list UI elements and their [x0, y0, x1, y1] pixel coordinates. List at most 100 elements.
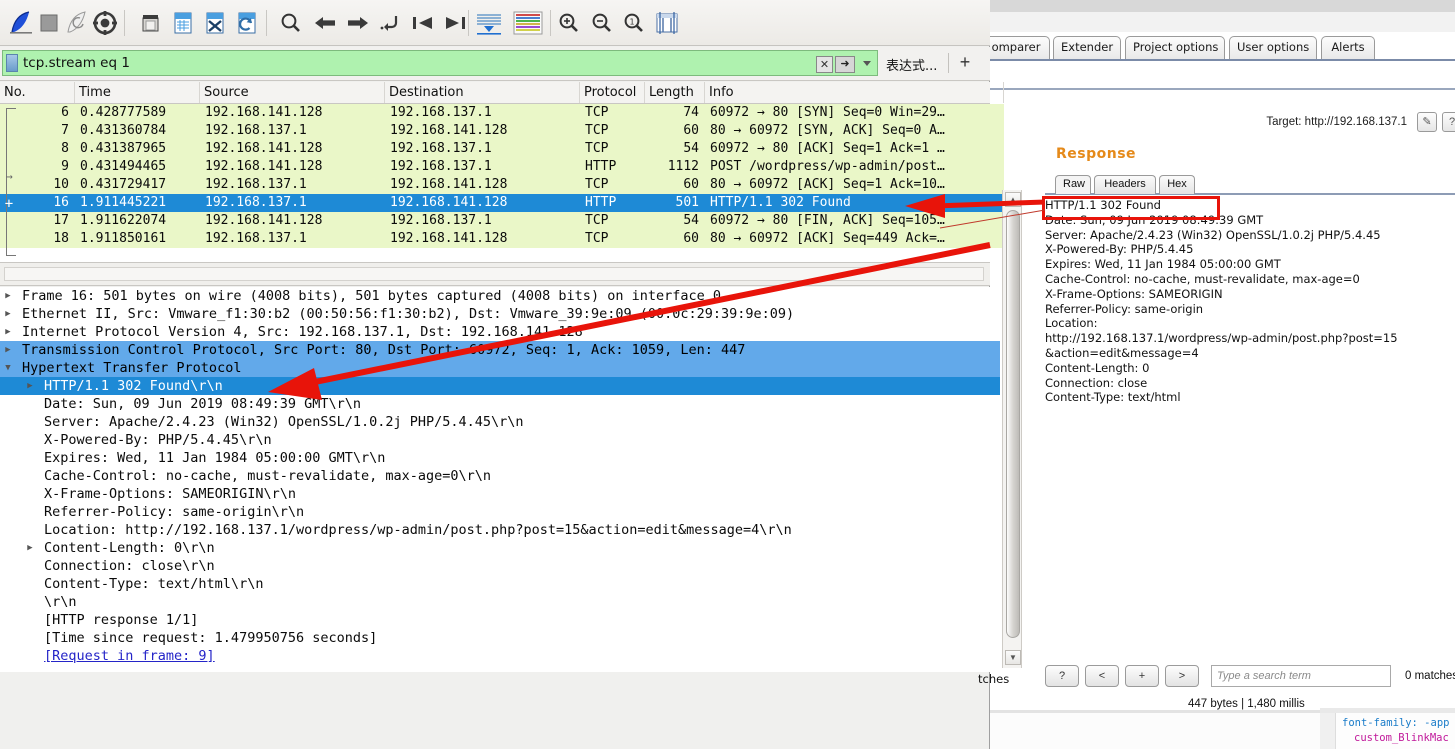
go-to-first-packet-icon[interactable]: [410, 10, 436, 36]
table-row[interactable]: 7 0.431360784 192.168.137.1 192.168.141.128…: [0, 122, 1004, 140]
detail-row[interactable]: Connection: close\r\n: [0, 557, 1000, 575]
detail-row[interactable]: X-Powered-By: PHP/5.4.45\r\n: [0, 431, 1000, 449]
table-row[interactable]: 9 0.431494465 192.168.141.128 192.168.137.1…: [0, 158, 1004, 176]
chevron-right-icon[interactable]: ▶: [2, 305, 14, 323]
detail-row[interactable]: [HTTP response 1/1]: [0, 611, 1000, 629]
burp-tab-extender[interactable]: Extender: [1053, 36, 1121, 59]
clear-filter-button[interactable]: ✕: [816, 56, 833, 73]
clipped-match-label: tches: [978, 672, 1010, 686]
detail-row[interactable]: ▶ HTTP/1.1 302 Found\r\n: [0, 377, 1000, 395]
burp-tab-user-options[interactable]: User options: [1229, 36, 1317, 59]
zoom-reset-icon[interactable]: 1: [621, 10, 647, 36]
detail-row[interactable]: Date: Sun, 09 Jun 2019 08:49:39 GMT\r\n: [0, 395, 1000, 413]
search-add-button[interactable]: +: [1125, 665, 1159, 687]
auto-scroll-icon[interactable]: [474, 10, 504, 36]
detail-row[interactable]: ▶ Ethernet II, Src: Vmware_f1:30:b2 (00:5…: [0, 305, 1000, 323]
detail-row[interactable]: Cache-Control: no-cache, must-revalidate…: [0, 467, 1000, 485]
detail-row-label[interactable]: [Request in frame: 9]: [44, 647, 215, 665]
search-next-button[interactable]: >: [1165, 665, 1199, 687]
column-header-info[interactable]: Info: [705, 82, 1004, 103]
open-file-icon[interactable]: [138, 10, 164, 36]
detail-row[interactable]: ▼ Hypertext Transfer Protocol: [0, 359, 1000, 377]
packet-details-tree[interactable]: ▶ Frame 16: 501 bytes on wire (4008 bits)…: [0, 287, 1000, 672]
detail-row[interactable]: X-Frame-Options: SAMEORIGIN\r\n: [0, 485, 1000, 503]
table-row[interactable]: 8 0.431387965 192.168.141.128 192.168.137.1…: [0, 140, 1004, 158]
edit-target-button[interactable]: ✎: [1417, 112, 1437, 132]
packet-details-scrollbar[interactable]: ▲ ▼: [1002, 190, 1022, 668]
start-capture-icon[interactable]: [8, 10, 34, 36]
search-help-button[interactable]: ?: [1045, 665, 1079, 687]
table-row[interactable]: 17 1.911622074 192.168.141.128 192.168.137.…: [0, 212, 1004, 230]
detail-row[interactable]: \r\n: [0, 593, 1000, 611]
go-to-packet-icon[interactable]: [378, 10, 404, 36]
table-row[interactable]: 18 1.911850161 192.168.137.1 192.168.141.12…: [0, 230, 1004, 248]
table-row[interactable]: 10 0.431729417 192.168.137.1 192.168.141.12…: [0, 176, 1004, 194]
detail-row[interactable]: [Time since request: 1.479950756 seconds…: [0, 629, 1000, 647]
display-filter-input[interactable]: tcp.stream eq 1 ✕ ➜: [2, 50, 878, 76]
response-status-line-highlight: [1042, 196, 1220, 220]
chevron-right-icon[interactable]: ▶: [2, 323, 14, 341]
scroll-up-arrow-icon[interactable]: ▲: [1005, 192, 1021, 207]
cell-protocol: TCP: [585, 213, 609, 228]
response-tab-hex[interactable]: Hex: [1159, 175, 1195, 194]
detail-row[interactable]: Server: Apache/2.4.23 (Win32) OpenSSL/1.…: [0, 413, 1000, 431]
find-packet-icon[interactable]: [278, 10, 304, 36]
column-header-time[interactable]: Time: [75, 82, 200, 103]
pane-splitter[interactable]: [0, 262, 990, 286]
resize-columns-icon[interactable]: [654, 10, 680, 36]
search-prev-button[interactable]: <: [1085, 665, 1119, 687]
burp-tab-bar[interactable]: omparer Extender Project options User optio…: [982, 36, 1455, 60]
packet-list-header[interactable]: No. Time Source Destination Protocol Length In…: [0, 82, 1004, 104]
save-file-icon[interactable]: [170, 10, 196, 36]
column-header-source[interactable]: Source: [200, 82, 385, 103]
table-row[interactable]: 16 1.911445221 192.168.137.1 192.168.141.12…: [0, 194, 1004, 212]
chevron-down-icon[interactable]: ▼: [2, 359, 14, 377]
go-forward-icon[interactable]: [345, 10, 371, 36]
column-header-no[interactable]: No.: [0, 82, 75, 103]
reload-file-icon[interactable]: [234, 10, 260, 36]
help-button[interactable]: ?: [1442, 112, 1455, 132]
close-file-icon[interactable]: [202, 10, 228, 36]
stop-capture-icon[interactable]: [36, 10, 62, 36]
chevron-right-icon[interactable]: ▶: [2, 341, 14, 359]
scrollbar-thumb[interactable]: [1006, 210, 1020, 638]
chevron-right-icon[interactable]: ▶: [24, 377, 36, 395]
chevron-down-icon[interactable]: [863, 61, 871, 66]
detail-row[interactable]: ▶ Transmission Control Protocol, Src Port…: [0, 341, 1000, 359]
pane-splitter-handle[interactable]: [4, 267, 984, 281]
detail-row[interactable]: ▶ Frame 16: 501 bytes on wire (4008 bits)…: [0, 287, 1000, 305]
burp-tab-alerts[interactable]: Alerts: [1321, 36, 1375, 59]
detail-row[interactable]: ▶ Content-Length: 0\r\n: [0, 539, 1000, 557]
response-tab-headers[interactable]: Headers: [1094, 175, 1156, 194]
filter-expression-button[interactable]: 表达式...: [886, 55, 937, 74]
burp-tab-omparer[interactable]: omparer: [982, 36, 1050, 59]
table-row[interactable]: 6 0.428777589 192.168.141.128 192.168.137.1…: [0, 104, 1004, 122]
scroll-down-arrow-icon[interactable]: ▼: [1005, 650, 1021, 665]
capture-options-icon[interactable]: [92, 10, 118, 36]
zoom-out-icon[interactable]: [589, 10, 615, 36]
chevron-right-icon[interactable]: ▶: [2, 287, 14, 305]
column-header-destination[interactable]: Destination: [385, 82, 580, 103]
burp-tab-project-options[interactable]: Project options: [1125, 36, 1225, 59]
zoom-in-icon[interactable]: [556, 10, 582, 36]
packet-list[interactable]: 6 0.428777589 192.168.141.128 192.168.137.1…: [0, 104, 1004, 262]
column-header-length[interactable]: Length: [645, 82, 705, 103]
toolbar-separator-1: [124, 10, 125, 36]
restart-capture-icon[interactable]: [64, 10, 90, 36]
colorize-packets-icon[interactable]: [512, 10, 544, 36]
detail-row[interactable]: Content-Type: text/html\r\n: [0, 575, 1000, 593]
detail-row[interactable]: Expires: Wed, 11 Jan 1984 05:00:00 GMT\r…: [0, 449, 1000, 467]
go-to-last-packet-icon[interactable]: [442, 10, 468, 36]
detail-row[interactable]: ▶ Internet Protocol Version 4, Src: 192.1…: [0, 323, 1000, 341]
detail-row[interactable]: Location: http://192.168.137.1/wordpress…: [0, 521, 1000, 539]
add-filter-button[interactable]: +: [956, 52, 974, 74]
chevron-right-icon[interactable]: ▶: [24, 539, 36, 557]
response-tab-raw[interactable]: Raw: [1055, 175, 1091, 194]
search-input[interactable]: Type a search term: [1211, 665, 1391, 687]
filter-bookmark-icon[interactable]: [6, 54, 18, 72]
detail-row[interactable]: Referrer-Policy: same-origin\r\n: [0, 503, 1000, 521]
detail-row[interactable]: [Request in frame: 9]: [0, 647, 1000, 665]
apply-filter-button[interactable]: ➜: [835, 56, 855, 73]
column-header-protocol[interactable]: Protocol: [580, 82, 645, 103]
go-back-icon[interactable]: [312, 10, 338, 36]
